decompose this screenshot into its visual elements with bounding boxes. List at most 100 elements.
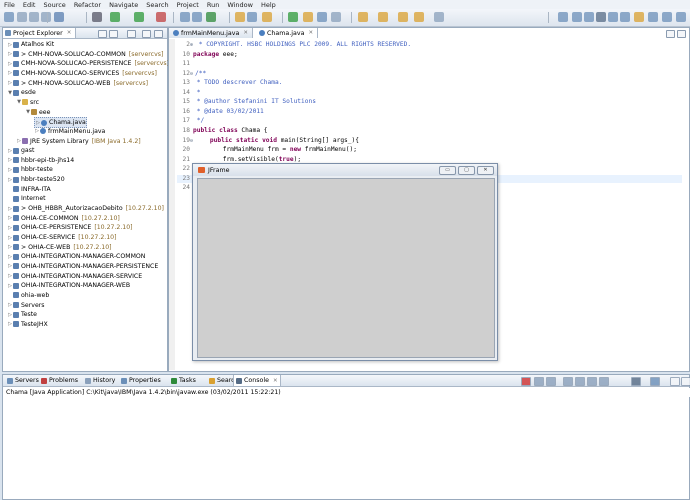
tree-item[interactable]: ▷ hbbr-epi-tb-jhs14 [7,156,74,165]
new-icon[interactable] [4,12,14,22]
open-task-icon[interactable] [247,12,257,22]
remove-launch-icon[interactable] [534,377,544,386]
tree-item[interactable]: ▷ Atalhos Kit [7,40,54,49]
word-wrap-icon[interactable] [599,377,609,386]
tree-item[interactable]: ▷ Servers [7,301,44,310]
jframe-content-pane[interactable] [197,178,495,358]
close-icon[interactable]: ✕ [273,378,278,384]
tree-item[interactable]: INFRA-ITA [7,185,51,194]
menu-source[interactable]: Source [39,1,69,9]
tree-item[interactable]: ▷ Teste [7,310,37,319]
new-class-icon[interactable] [206,12,216,22]
menu-refactor[interactable]: Refactor [70,1,105,9]
maximize-view-icon[interactable] [681,377,690,386]
tree-item[interactable]: ▷ > OHB_HBBR_AutorizacaoDebito [10.27.2.10… [7,204,164,213]
tab-tasks[interactable]: Tasks [169,375,198,386]
editor-tab-frmmainmenu[interactable]: frmMainMenu.java ✕ [169,28,253,38]
debug-perspective-icon[interactable] [608,12,618,22]
pin-console-icon[interactable] [587,377,597,386]
edit-icon[interactable] [317,12,327,22]
menu-edit[interactable]: Edit [19,1,40,9]
tab-history[interactable]: History [83,375,117,386]
plugin-perspective-icon[interactable] [662,12,672,22]
tree-item[interactable]: ▼ eee [25,108,50,117]
display-selected-console-icon[interactable] [631,377,641,386]
next-annotation-icon[interactable] [358,12,368,22]
menu-window[interactable]: Window [223,1,257,9]
close-icon[interactable]: ✕ [308,30,313,36]
search-icon[interactable] [262,12,272,22]
tree-item[interactable]: ▷ OHIA-INTEGRATION-MANAGER-COMMON [7,252,145,261]
perspective-1-icon[interactable] [558,12,568,22]
jframe-minimize-button[interactable]: ▭ [439,166,456,175]
view-menu-icon[interactable] [127,30,136,38]
debug-icon[interactable] [54,12,64,22]
java-ee-perspective-icon[interactable] [648,12,658,22]
tree-item[interactable]: ▷ gast [7,146,34,155]
minimize-editor-icon[interactable] [666,30,675,38]
menu-help[interactable]: Help [257,1,280,9]
back-icon[interactable] [414,12,424,22]
menu-search[interactable]: Search [142,1,172,9]
previous-annotation-icon[interactable] [378,12,388,22]
tree-item[interactable]: ▷ OHIA-INTEGRATION-MANAGER-WEB [7,281,130,290]
tree-item[interactable]: ▷ hbbr-teste [7,165,53,174]
tree-item[interactable]: ▷ CMH-NOVA-SOLUCAO-SERVICES [servercvs] [7,69,157,78]
scroll-lock-icon[interactable] [575,377,585,386]
tree-item[interactable]: ▼ esde [7,88,36,97]
print-icon[interactable] [41,12,51,22]
perspective-3-icon[interactable] [584,12,594,22]
fold-collapse-icon[interactable]: ⊖ [190,71,193,77]
new-package-icon[interactable] [192,12,202,22]
tab-properties[interactable]: Properties [119,375,163,386]
tree-item[interactable]: ▷ JRE System Library [IBM Java 1.4.2] [16,137,141,146]
menu-navigate[interactable]: Navigate [105,1,142,9]
coverage-icon[interactable] [134,12,144,22]
tree-item[interactable]: ▷ OHIA-INTEGRATION-MANAGER-SERVICE [7,272,142,281]
tree-item[interactable]: ▷ OHIA-INTEGRATION-MANAGER-PERSISTENCE [7,262,158,271]
open-console-icon[interactable] [650,377,660,386]
menu-run[interactable]: Run [203,1,223,9]
remove-all-terminated-icon[interactable] [546,377,556,386]
save-icon[interactable] [17,12,27,22]
tree-item[interactable]: ▷ hbbr-teste520 [7,175,65,184]
tree-item[interactable]: ▷ > CMH-NOVA-SOLUCAO-COMMON [servercvs] [7,50,163,59]
jframe-maximize-button[interactable]: ▢ [458,166,475,175]
tree-item[interactable]: ▷ TesteJHX [7,320,48,329]
toggle-annotation-icon[interactable] [288,12,298,22]
new-java-project-icon[interactable] [180,12,190,22]
tool-settings-icon[interactable] [92,12,102,22]
tab-servers[interactable]: Servers [5,375,41,386]
tab-problems[interactable]: Problems [39,375,80,386]
minimize-view-icon[interactable] [670,377,680,386]
forward-icon[interactable] [434,12,444,22]
explorer-tab[interactable]: Project Explorer ✕ [3,28,77,38]
resource-perspective-icon[interactable] [676,12,686,22]
mark-occurrences-icon[interactable] [303,12,313,22]
tree-item[interactable]: ▷ OHIA-CE-SERVICE [10.27.2.10] [7,233,116,242]
close-icon[interactable]: ✕ [243,30,248,36]
java-perspective-icon[interactable] [596,12,606,22]
tree-item[interactable]: ▷ > OHIA-CE-WEB [10.27.2.10] [7,243,112,252]
perspective-2-icon[interactable] [572,12,582,22]
team-perspective-icon[interactable] [620,12,630,22]
tree-item[interactable]: ▷ OHIA-CE-COMMON [10.27.2.10] [7,214,120,223]
editor-tab-chama[interactable]: Chama.java ✕ [255,28,319,38]
maximize-view-icon[interactable] [154,30,163,38]
open-type-icon[interactable] [235,12,245,22]
jframe-title-bar[interactable]: JFrame ▭ ▢ ✕ [193,164,497,176]
jframe-close-button[interactable]: ✕ [477,166,494,175]
menu-project[interactable]: Project [173,1,203,9]
minimize-view-icon[interactable] [142,30,151,38]
tab-console[interactable]: Console ✕ [233,375,281,386]
tree-item[interactable]: ohia-web [7,291,49,300]
tree-item[interactable]: ▷ frmMainMenu.java [34,127,105,136]
external-tools-icon[interactable] [156,12,166,22]
close-icon[interactable]: ✕ [67,30,72,36]
tree-item[interactable]: ▷ CMH-NOVA-SOLUCAO-PERSISTENCE [servercvs] [7,59,169,68]
fold-collapse-icon[interactable]: ⊖ [190,138,193,144]
save-all-icon[interactable] [29,12,39,22]
tree-item[interactable]: ▼ src [16,98,39,107]
tree-item[interactable]: Internet [7,194,46,203]
show-whitespace-icon[interactable] [331,12,341,22]
